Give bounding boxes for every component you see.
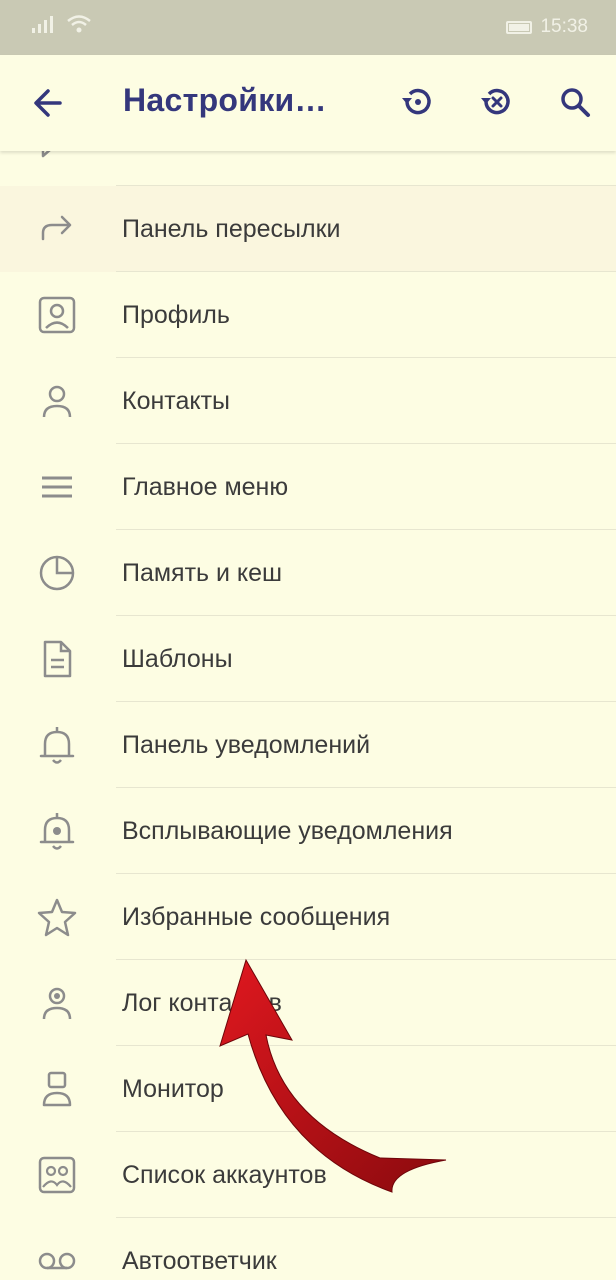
list-item-label: Избранные сообщения bbox=[122, 903, 391, 931]
wifi-icon bbox=[67, 15, 91, 33]
list-item-label: Автоответчик bbox=[122, 1247, 277, 1275]
person-icon bbox=[36, 383, 78, 419]
reset-icon[interactable] bbox=[476, 82, 516, 122]
list-item-label: Шаблоны bbox=[122, 645, 233, 673]
battery-icon bbox=[506, 20, 533, 34]
menu-icon bbox=[36, 469, 78, 505]
list-item-monitor[interactable]: Монитор bbox=[0, 1046, 616, 1132]
list-item-storage[interactable]: Память и кеш bbox=[0, 530, 616, 616]
list-item-accounts[interactable]: Список аккаунтов bbox=[0, 1132, 616, 1218]
list-item-contacts[interactable]: Контакты bbox=[0, 358, 616, 444]
list-item-forward-panel[interactable]: Панель пересылки bbox=[0, 186, 616, 272]
contact-log-icon bbox=[36, 985, 78, 1021]
signal-wifi-group bbox=[30, 14, 92, 34]
status-time: 15:38 bbox=[540, 16, 588, 37]
arrow-left-icon[interactable] bbox=[28, 83, 68, 123]
signal-icon bbox=[32, 16, 53, 33]
list-item-main-menu[interactable]: Главное меню bbox=[0, 444, 616, 530]
list-item-label: Всплывающие уведомления bbox=[122, 817, 453, 845]
battery-time-group: 15:38 bbox=[506, 16, 588, 38]
bell-dot-icon bbox=[36, 813, 78, 850]
settings-list: Чат Панель пересылки Профиль bbox=[0, 100, 616, 1280]
forward-icon bbox=[36, 211, 78, 247]
list-item-label: Список аккаунтов bbox=[122, 1161, 327, 1189]
restore-icon[interactable] bbox=[397, 82, 437, 122]
page-title: Настройки… bbox=[123, 82, 327, 118]
app-bar: Настройки… bbox=[0, 55, 616, 151]
star-icon bbox=[36, 898, 78, 937]
search-icon[interactable] bbox=[555, 82, 595, 122]
document-icon bbox=[36, 640, 78, 678]
list-item-label: Панель пересылки bbox=[122, 215, 341, 243]
list-item-label: Панель уведомлений bbox=[122, 731, 371, 759]
list-item-templates[interactable]: Шаблоны bbox=[0, 616, 616, 702]
list-item-autoresponder[interactable]: Автоответчик bbox=[0, 1218, 616, 1280]
list-item-popup-notifications[interactable]: Всплывающие уведомления bbox=[0, 788, 616, 874]
bell-icon bbox=[36, 727, 78, 764]
list-item-profile[interactable]: Профиль bbox=[0, 272, 616, 358]
list-item-favorites[interactable]: Избранные сообщения bbox=[0, 874, 616, 960]
list-item-label: Главное меню bbox=[122, 473, 289, 501]
list-item-notification-panel[interactable]: Панель уведомлений bbox=[0, 702, 616, 788]
accounts-icon bbox=[36, 1156, 78, 1194]
list-item-label: Память и кеш bbox=[122, 559, 283, 587]
list-item-label: Профиль bbox=[122, 301, 230, 329]
status-bar: 15:38 bbox=[0, 0, 616, 55]
list-item-label: Контакты bbox=[122, 387, 230, 415]
list-item-contact-log[interactable]: Лог контактов bbox=[0, 960, 616, 1046]
list-item-label: Монитор bbox=[122, 1075, 224, 1103]
voicemail-icon bbox=[36, 1243, 78, 1279]
profile-icon bbox=[36, 296, 78, 334]
pie-chart-icon bbox=[36, 555, 78, 591]
list-item-label: Лог контактов bbox=[122, 989, 282, 1017]
monitor-person-icon bbox=[36, 1071, 78, 1107]
